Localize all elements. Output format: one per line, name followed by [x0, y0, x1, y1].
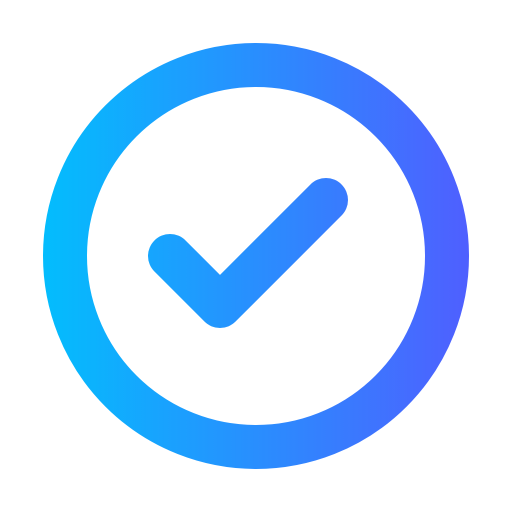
checkmark — [148, 178, 348, 328]
icon-canvas — [0, 0, 512, 512]
check-circle-icon — [43, 43, 469, 469]
